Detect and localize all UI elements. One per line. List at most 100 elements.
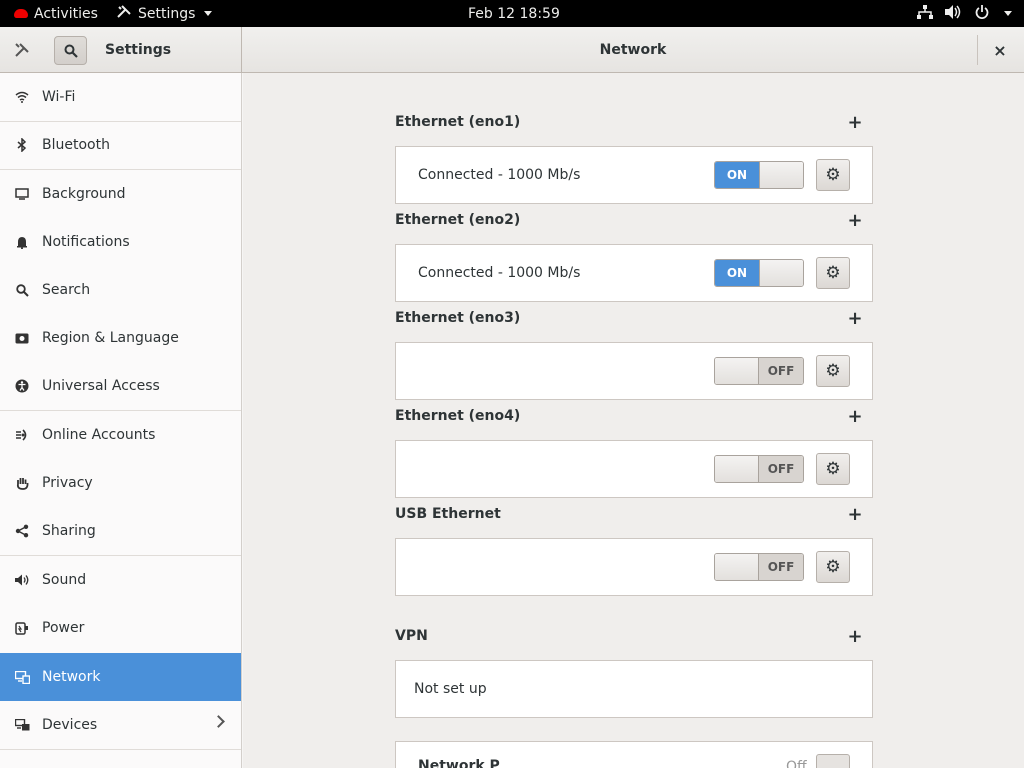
sidebar-item-label: Network [42,669,101,685]
sidebar-item-label: Notifications [42,234,130,250]
sidebar-item-label: Sound [42,572,87,588]
chevron-down-icon [204,11,213,16]
close-button[interactable]: × [988,38,1012,62]
add-connection-button[interactable]: + [847,408,863,426]
sidebar-item-bluetooth[interactable]: Bluetooth [0,121,241,169]
accessibility-icon [14,378,30,394]
share-icon [14,523,30,539]
system-tray[interactable] [917,0,1012,27]
settings-gear-button[interactable]: ⚙ [816,159,850,191]
sidebar-header: Settings [0,27,242,73]
section-title-vpn: VPN [395,628,428,644]
volume-icon[interactable] [945,4,963,23]
settings-gear-button[interactable]: ⚙ [816,551,850,583]
tools-icon [116,4,132,24]
network-panel: Ethernet (eno1) + Connected - 1000 Mb/s … [243,73,1024,768]
sidebar-item-label: Devices [42,717,98,733]
app-menu-label: Settings [138,5,196,22]
settings-gear-button[interactable]: ⚙ [816,257,850,289]
add-connection-button[interactable]: + [847,114,863,132]
clock[interactable]: Feb 12 18:59 [468,0,560,27]
vpn-card: Not set up [395,660,873,718]
sidebar-item-background[interactable]: Background [0,170,241,218]
gear-icon: ⚙ [825,459,841,479]
gear-icon: ⚙ [825,165,841,185]
activities-label: Activities [34,5,98,22]
sidebar-item-devices[interactable]: Devices [0,701,241,749]
add-connection-button[interactable]: + [847,310,863,328]
section-title-eno3: Ethernet (eno3) [395,310,521,326]
toggle-state-label: OFF [759,456,803,482]
gear-icon: ⚙ [825,557,841,577]
network-icon[interactable] [917,4,933,23]
settings-gear-button[interactable]: ⚙ [816,355,850,387]
connection-toggle[interactable]: OFF [714,357,804,385]
search-icon [14,282,30,298]
sidebar-item-wifi[interactable]: Wi-Fi [0,73,241,121]
toggle-state-label: OFF [759,554,803,580]
top-bar: Activities Settings Feb 12 18:59 [0,0,1024,27]
gear-icon: ⚙ [825,361,841,381]
redhat-logo-icon [14,9,28,18]
wifi-icon [14,89,30,105]
region-icon [14,330,30,346]
connection-toggle[interactable]: OFF [714,455,804,483]
toggle-knob [758,162,803,188]
ethernet-card-eno3: OFF ⚙ [395,342,873,400]
network-proxy-label: Network P [418,758,500,768]
connection-toggle[interactable]: ON [714,259,804,287]
connection-toggle[interactable]: OFF [714,553,804,581]
power-plug-icon [14,620,30,636]
sidebar-item-notifications[interactable]: Notifications [0,218,241,266]
privacy-hand-icon [14,475,30,491]
add-connection-button[interactable]: + [847,506,863,524]
search-button[interactable] [54,36,87,65]
sidebar-item-network[interactable]: Network [0,653,241,701]
header-separator [977,35,978,65]
gear-icon: ⚙ [825,263,841,283]
app-menu-button[interactable]: Settings [116,0,213,27]
toggle-knob [715,554,760,580]
section-title-eno4: Ethernet (eno4) [395,408,521,424]
sidebar-item-label: Search [42,282,91,298]
sidebar-item-sound[interactable]: Sound [0,556,241,604]
section-title-eno1: Ethernet (eno1) [395,114,521,130]
sidebar: Wi-Fi Bluetooth Background Notifications [0,73,242,768]
toggle-knob [758,260,803,286]
sidebar-item-power[interactable]: Power [0,604,241,652]
sidebar-item-region-language[interactable]: Region & Language [0,314,241,362]
add-vpn-button[interactable]: + [847,628,863,646]
ethernet-card-usb: OFF ⚙ [395,538,873,596]
sidebar-item-online-accounts[interactable]: Online Accounts [0,411,241,459]
sidebar-item-label: Background [42,186,126,202]
sidebar-item-label: Sharing [42,523,96,539]
section-title-eno2: Ethernet (eno2) [395,212,521,228]
network-proxy-card[interactable]: Network P Off [395,741,873,768]
sidebar-item-label: Wi-Fi [42,89,76,105]
sidebar-item-search[interactable]: Search [0,266,241,314]
sidebar-item-privacy[interactable]: Privacy [0,459,241,507]
gear-icon[interactable] [816,754,850,768]
connection-status: Connected - 1000 Mb/s [418,167,581,183]
settings-gear-button[interactable]: ⚙ [816,453,850,485]
add-connection-button[interactable]: + [847,212,863,230]
toggle-state-label: ON [715,162,759,188]
activities-button[interactable]: Activities [14,0,98,27]
toggle-state-label: OFF [759,358,803,384]
header-bar: Settings Network × [0,27,1024,73]
chevron-down-icon[interactable] [1004,11,1012,16]
bluetooth-icon [14,137,30,153]
toggle-knob [715,456,760,482]
toggle-state-label: ON [715,260,759,286]
sidebar-item-label: Power [42,620,85,636]
search-icon [64,44,78,58]
ethernet-card-eno1: Connected - 1000 Mb/s ON ⚙ [395,146,873,204]
background-icon [14,186,30,202]
ethernet-card-eno4: OFF ⚙ [395,440,873,498]
power-icon[interactable] [975,4,989,23]
sidebar-item-sharing[interactable]: Sharing [0,507,241,555]
sidebar-item-universal-access[interactable]: Universal Access [0,362,241,410]
tools-icon[interactable] [10,39,34,61]
connection-toggle[interactable]: ON [714,161,804,189]
sidebar-item-label: Online Accounts [42,427,156,443]
